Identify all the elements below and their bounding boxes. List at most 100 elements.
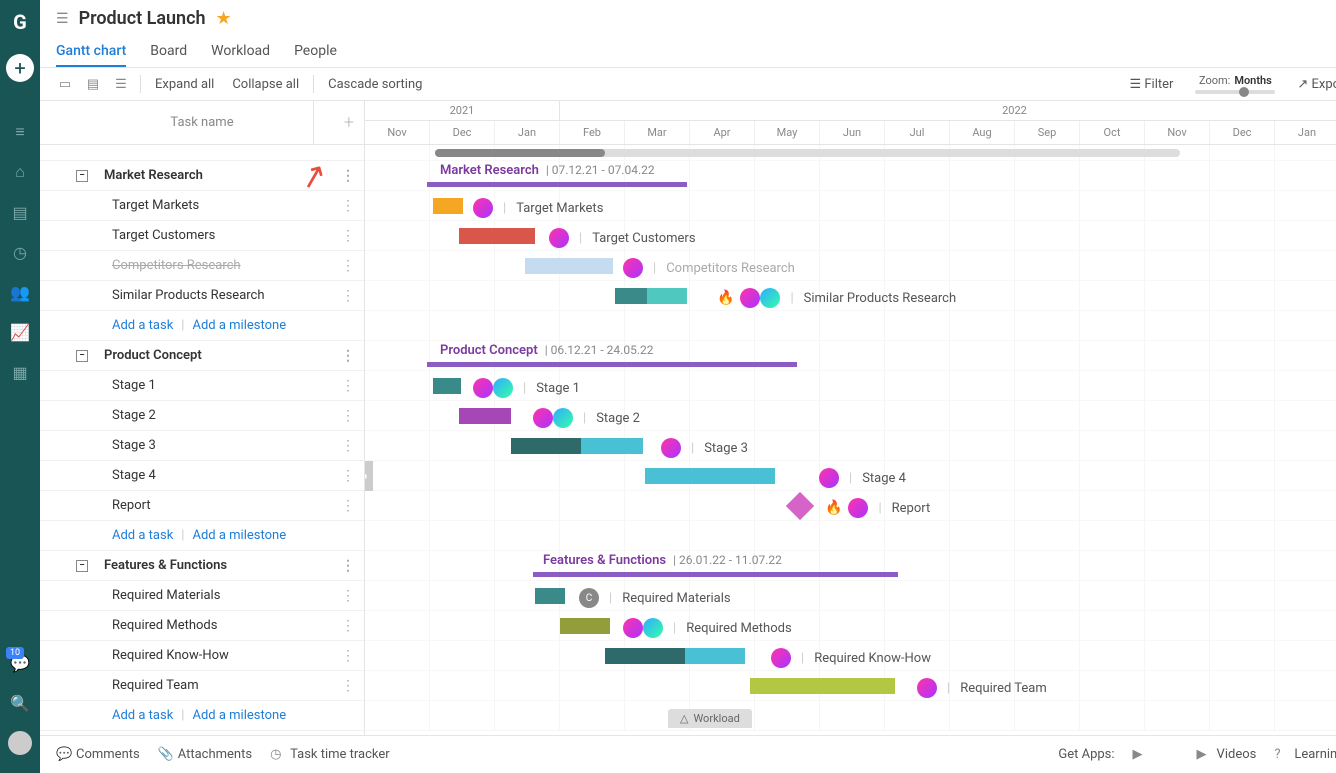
task-bar[interactable] — [605, 648, 745, 664]
month-nov[interactable]: Nov — [1145, 121, 1210, 144]
task-name[interactable]: Competitors Research — [48, 258, 340, 273]
month-apr[interactable]: Apr — [690, 121, 755, 144]
list-icon[interactable]: ▤ — [0, 192, 40, 232]
month-jun[interactable]: Jun — [820, 121, 885, 144]
view-tree-icon[interactable]: ☰ — [112, 77, 130, 92]
milestone-marker[interactable] — [786, 492, 814, 520]
add-task-link[interactable]: Add a task — [112, 708, 173, 723]
group-bar[interactable] — [427, 362, 797, 367]
task-name[interactable]: Required Methods — [48, 618, 340, 633]
task-name[interactable]: Report — [48, 498, 340, 513]
workload-toggle[interactable]: △ Workload — [668, 709, 752, 728]
panel-collapse-handle[interactable]: ◂ — [365, 461, 373, 491]
search-icon[interactable]: 🔍 — [0, 683, 40, 723]
row-menu-icon[interactable]: ⋮ — [340, 168, 356, 184]
month-feb[interactable]: Feb — [560, 121, 625, 144]
time-tracker-button[interactable]: ◷Task time tracker — [270, 747, 390, 762]
cascade-sorting-button[interactable]: Cascade sorting — [324, 75, 426, 94]
month-jan[interactable]: Jan — [495, 121, 560, 144]
view-compact-icon[interactable]: ▭ — [56, 77, 74, 92]
add-column-button[interactable]: + — [344, 112, 354, 133]
row-menu-icon[interactable]: ⋮ — [340, 588, 356, 604]
month-dec[interactable]: Dec — [1210, 121, 1275, 144]
row-menu-icon[interactable]: ⋮ — [340, 618, 356, 634]
notifications-icon[interactable]: 💬10 — [0, 643, 40, 683]
row-menu-icon[interactable]: ⋮ — [340, 378, 356, 394]
task-name[interactable]: Stage 2 — [48, 408, 340, 423]
googleplay-icon[interactable]: ▶ — [1133, 747, 1147, 762]
tab-gantt-chart[interactable]: Gantt chart — [56, 37, 126, 67]
row-menu-icon[interactable]: ⋮ — [340, 558, 356, 574]
add-task-link[interactable]: Add a task — [112, 528, 173, 543]
tab-workload[interactable]: Workload — [211, 37, 270, 67]
task-name[interactable]: Stage 3 — [48, 438, 340, 453]
task-bar[interactable] — [535, 588, 565, 604]
row-menu-icon[interactable]: ⋮ — [340, 408, 356, 424]
task-name[interactable]: Stage 1 — [48, 378, 340, 393]
month-mar[interactable]: Mar — [625, 121, 690, 144]
month-nov[interactable]: Nov — [365, 121, 430, 144]
row-menu-icon[interactable]: ⋮ — [340, 678, 356, 694]
group-name[interactable]: Features & Functions — [96, 558, 340, 573]
favorite-star-icon[interactable]: ★ — [216, 8, 232, 29]
task-name[interactable]: Similar Products Research — [48, 288, 340, 303]
add-milestone-link[interactable]: Add a milestone — [192, 318, 286, 333]
row-menu-icon[interactable]: ⋮ — [340, 198, 356, 214]
task-bar[interactable] — [459, 408, 511, 424]
expand-all-button[interactable]: Expand all — [151, 75, 218, 94]
task-name[interactable]: Target Markets — [48, 198, 340, 213]
row-menu-icon[interactable]: ⋮ — [340, 498, 356, 514]
attachments-button[interactable]: 📎Attachments — [158, 747, 252, 762]
videos-button[interactable]: ▶Videos — [1197, 747, 1257, 762]
people-icon[interactable]: 👥 — [0, 272, 40, 312]
month-dec[interactable]: Dec — [430, 121, 495, 144]
task-bar[interactable] — [560, 618, 610, 634]
row-menu-icon[interactable]: ⋮ — [340, 348, 356, 364]
clock-icon[interactable]: ◷ — [0, 232, 40, 272]
collapse-toggle[interactable]: − — [76, 350, 88, 362]
chart-icon[interactable]: 📈 — [0, 312, 40, 352]
task-bar[interactable] — [511, 438, 643, 454]
group-name[interactable]: Market Research — [96, 168, 340, 183]
task-name[interactable]: Required Materials — [48, 588, 340, 603]
add-task-link[interactable]: Add a task — [112, 318, 173, 333]
add-milestone-link[interactable]: Add a milestone — [192, 708, 286, 723]
row-menu-icon[interactable]: ⋮ — [340, 288, 356, 304]
row-menu-icon[interactable]: ⋮ — [340, 228, 356, 244]
collapse-all-button[interactable]: Collapse all — [228, 75, 303, 94]
tab-people[interactable]: People — [294, 37, 337, 67]
row-menu-icon[interactable]: ⋮ — [340, 258, 356, 274]
month-jan[interactable]: Jan — [1275, 121, 1336, 144]
month-aug[interactable]: Aug — [950, 121, 1015, 144]
add-milestone-link[interactable]: Add a milestone — [192, 528, 286, 543]
group-bar[interactable] — [533, 572, 898, 577]
task-bar[interactable] — [433, 198, 463, 214]
task-name[interactable]: Required Team — [48, 678, 340, 693]
task-bar[interactable] — [645, 468, 775, 484]
month-oct[interactable]: Oct — [1080, 121, 1145, 144]
learning-center-button[interactable]: ?Learning center — [1274, 747, 1336, 762]
view-list-icon[interactable]: ▤ — [84, 77, 102, 92]
row-menu-icon[interactable]: ⋮ — [340, 648, 356, 664]
collapse-toggle[interactable]: − — [76, 170, 88, 182]
task-name[interactable]: Target Customers — [48, 228, 340, 243]
group-bar[interactable] — [427, 182, 687, 187]
task-bar[interactable] — [615, 288, 687, 304]
timeline-scrollbar[interactable] — [435, 149, 1180, 157]
task-bar[interactable] — [433, 378, 461, 394]
task-name[interactable]: Required Know-How — [48, 648, 340, 663]
menu-icon[interactable]: ≡ — [0, 112, 40, 152]
add-button[interactable]: + — [6, 54, 34, 82]
filter-button[interactable]: ☰ Filter — [1125, 75, 1177, 94]
collapse-toggle[interactable]: − — [76, 560, 88, 572]
task-bar[interactable] — [459, 228, 535, 244]
task-name[interactable]: Stage 4 — [48, 468, 340, 483]
comments-button[interactable]: 💬Comments — [56, 747, 140, 762]
user-avatar[interactable] — [8, 731, 32, 755]
zoom-control[interactable]: Zoom: Months — [1195, 74, 1275, 94]
month-jul[interactable]: Jul — [885, 121, 950, 144]
tab-board[interactable]: Board — [150, 37, 187, 67]
row-menu-icon[interactable]: ⋮ — [340, 468, 356, 484]
group-name[interactable]: Product Concept — [96, 348, 340, 363]
row-menu-icon[interactable]: ⋮ — [340, 438, 356, 454]
